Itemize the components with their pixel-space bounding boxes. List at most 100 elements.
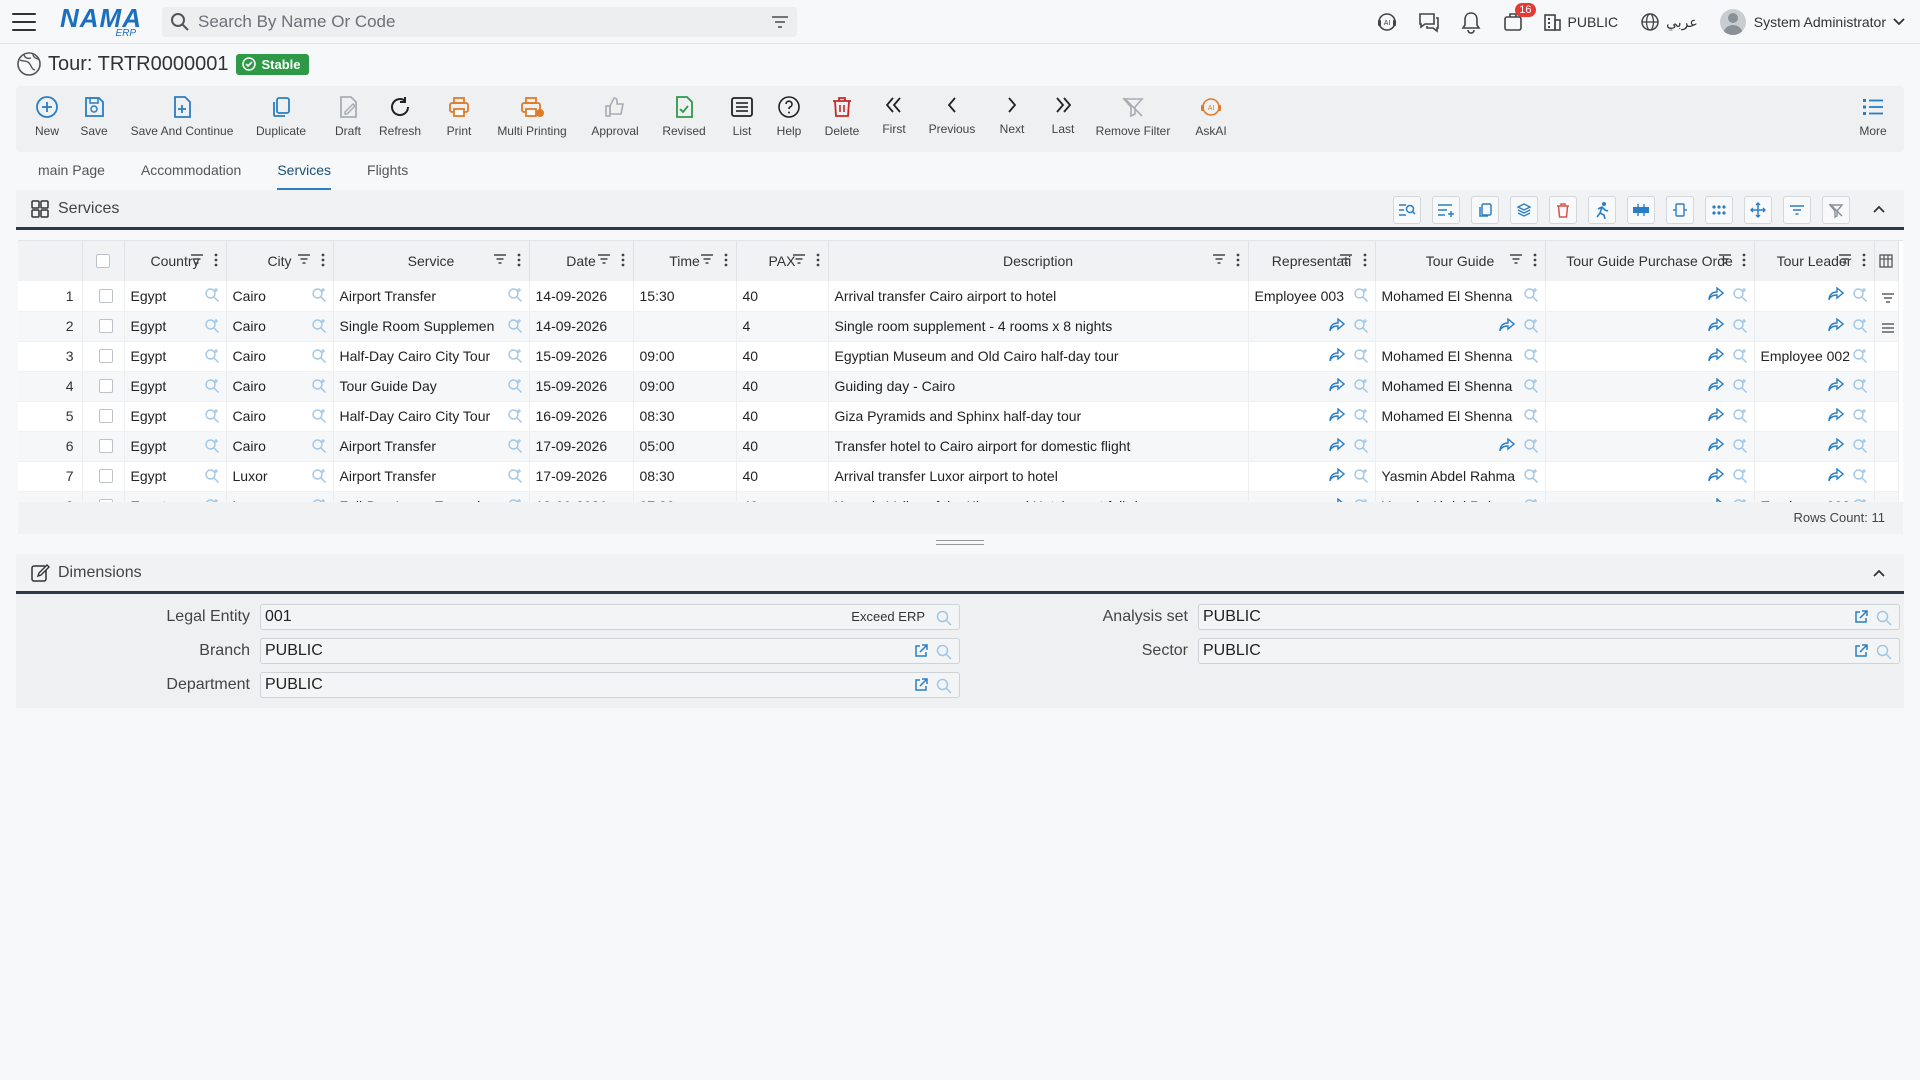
cell-date[interactable]: 18-09-2026: [529, 491, 634, 502]
row-checkbox[interactable]: [99, 349, 113, 363]
cell-pax[interactable]: 40: [736, 281, 829, 312]
lookup-icon[interactable]: [1523, 287, 1539, 303]
cell-rep[interactable]: [1248, 311, 1376, 342]
column-menu-icon[interactable]: [621, 253, 625, 267]
lookup-icon[interactable]: [1523, 318, 1539, 334]
cell-desc[interactable]: Arrival transfer Cairo airport to hotel: [828, 281, 1249, 312]
share-icon[interactable]: [1827, 467, 1844, 482]
lookup-icon[interactable]: [311, 348, 327, 364]
company-selector[interactable]: PUBLIC: [1568, 14, 1619, 30]
cell-pax[interactable]: 4: [736, 311, 829, 342]
cell-time[interactable]: [633, 311, 737, 342]
lookup-icon[interactable]: [204, 348, 220, 364]
chat-icon[interactable]: [1416, 9, 1442, 35]
cell-date[interactable]: 16-09-2026: [529, 401, 634, 432]
cell-desc[interactable]: Guiding day - Cairo: [828, 371, 1249, 402]
share-icon[interactable]: [1328, 437, 1345, 452]
lookup-icon[interactable]: [507, 468, 523, 484]
column-menu-icon[interactable]: [1236, 253, 1240, 267]
tab-flights[interactable]: Flights: [367, 158, 408, 188]
cell-pax[interactable]: 40: [736, 461, 829, 492]
cell-city[interactable]: Cairo: [226, 311, 334, 342]
column-filter-icon[interactable]: [700, 253, 714, 265]
share-icon[interactable]: [1707, 287, 1724, 301]
table-row[interactable]: 6 Egypt Cairo Airport Transfer 17-09-2026 05:…: [18, 431, 1899, 462]
lookup-icon[interactable]: [507, 348, 523, 364]
cell-time[interactable]: 07:30: [633, 491, 737, 502]
column-header-city[interactable]: City: [226, 241, 334, 281]
column-filter-icon[interactable]: [297, 253, 311, 265]
share-icon[interactable]: [1707, 467, 1724, 482]
print-button[interactable]: Print: [444, 94, 474, 138]
external-link-icon[interactable]: [913, 677, 929, 693]
column-menu-icon[interactable]: [1533, 253, 1537, 267]
cell-po[interactable]: [1545, 281, 1755, 312]
column-header-representative[interactable]: Representati: [1248, 241, 1376, 281]
save-and-continue-button[interactable]: Save And Continue: [130, 94, 234, 138]
column-filter-icon[interactable]: [190, 253, 204, 265]
lookup-icon[interactable]: [1353, 287, 1369, 303]
table-row[interactable]: 5 Egypt Cairo Half-Day Cairo City Tour 16-09…: [18, 401, 1899, 432]
cell-date[interactable]: 14-09-2026: [529, 311, 634, 342]
cell-leader[interactable]: [1754, 371, 1875, 402]
lookup-icon[interactable]: [935, 677, 953, 695]
grid-search-button[interactable]: [1393, 196, 1421, 224]
external-link-icon[interactable]: [913, 643, 929, 659]
grid-side-icons[interactable]: [1880, 290, 1896, 340]
lookup-icon[interactable]: [1353, 348, 1369, 364]
share-icon[interactable]: [1827, 377, 1844, 392]
cell-country[interactable]: Egypt: [124, 401, 227, 432]
add-row-button[interactable]: [1432, 196, 1460, 224]
cell-po[interactable]: [1545, 461, 1755, 492]
cell-po[interactable]: [1545, 371, 1755, 402]
share-icon[interactable]: [1827, 317, 1844, 332]
share-icon[interactable]: [1827, 287, 1844, 301]
share-icon[interactable]: [1827, 437, 1844, 452]
lookup-icon[interactable]: [1732, 287, 1748, 303]
layers-button[interactable]: [1510, 196, 1538, 224]
refresh-button[interactable]: Refresh: [378, 94, 422, 138]
column-filter-icon[interactable]: [1212, 253, 1226, 265]
share-icon[interactable]: [1498, 317, 1515, 332]
cell-time[interactable]: 08:30: [633, 401, 737, 432]
help-button[interactable]: Help: [774, 94, 804, 138]
lookup-icon[interactable]: [1732, 348, 1748, 364]
cell-date[interactable]: 14-09-2026: [529, 281, 634, 312]
lookup-icon[interactable]: [1732, 318, 1748, 334]
run-button[interactable]: [1588, 196, 1616, 224]
column-header-country[interactable]: Country: [124, 241, 227, 281]
lookup-icon[interactable]: [1732, 408, 1748, 424]
cell-country[interactable]: Egypt: [124, 491, 227, 502]
lookup-icon[interactable]: [311, 468, 327, 484]
cell-service[interactable]: Half-Day Cairo City Tour: [333, 341, 530, 372]
column-filter-icon[interactable]: [1509, 253, 1523, 265]
table-row[interactable]: 7 Egypt Luxor Airport Transfer 17-09-2026 08:…: [18, 461, 1899, 492]
table-settings-button[interactable]: [1627, 196, 1655, 224]
lookup-icon[interactable]: [1852, 468, 1868, 484]
cell-country[interactable]: Egypt: [124, 341, 227, 372]
cell-country[interactable]: Egypt: [124, 281, 227, 312]
revised-button[interactable]: Revised: [660, 94, 708, 138]
cell-guide[interactable]: Mohamed El Shenna: [1375, 401, 1546, 432]
share-icon[interactable]: [1707, 347, 1724, 362]
cell-leader[interactable]: [1754, 311, 1875, 342]
collapse-icon[interactable]: [1872, 566, 1886, 580]
share-icon[interactable]: [1328, 377, 1345, 392]
list-button[interactable]: List: [728, 94, 756, 138]
cell-pax[interactable]: 40: [736, 371, 829, 402]
column-menu-icon[interactable]: [517, 253, 521, 267]
lookup-icon[interactable]: [1353, 468, 1369, 484]
duplicate-button[interactable]: Duplicate: [254, 94, 308, 138]
column-header-description[interactable]: Description: [828, 241, 1249, 281]
ai-assistant-icon[interactable]: AI: [1374, 9, 1400, 35]
cell-guide[interactable]: Yasmin Abdel Rahma: [1375, 461, 1546, 492]
resize-handle[interactable]: [936, 540, 984, 545]
draft-button[interactable]: Draft: [330, 94, 366, 138]
row-checkbox[interactable]: [99, 439, 113, 453]
lookup-icon[interactable]: [1875, 643, 1893, 661]
lookup-icon[interactable]: [1523, 438, 1539, 454]
cell-date[interactable]: 15-09-2026: [529, 341, 634, 372]
share-icon[interactable]: [1827, 407, 1844, 422]
external-link-icon[interactable]: [1853, 643, 1869, 659]
branch-field[interactable]: PUBLIC: [260, 638, 960, 664]
